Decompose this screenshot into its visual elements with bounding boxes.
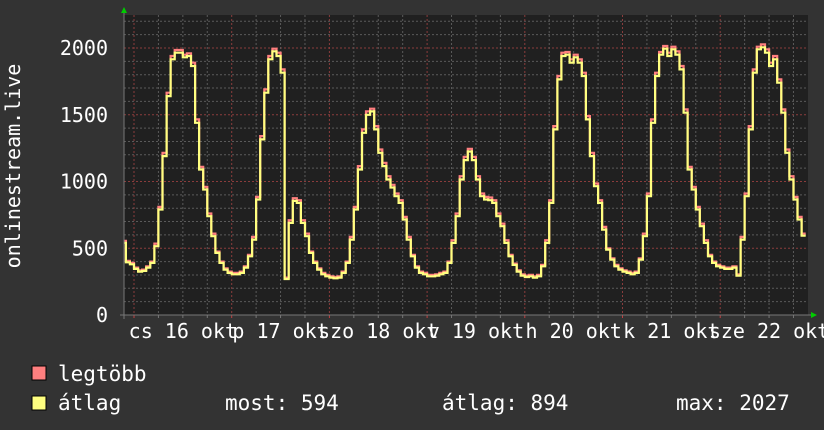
x-tick-label: p 17 okt: [232, 319, 328, 343]
y-tick-label: 1500: [60, 103, 108, 127]
y-axis-arrow-icon: [121, 7, 127, 13]
legend-label-legtobb: legtöbb: [58, 362, 147, 386]
x-tick-label: sze 22 okt: [709, 319, 824, 343]
y-tick-label: 1000: [60, 170, 108, 194]
legend: legtöbb átlag most: 594 átlag: 894 max: …: [31, 362, 790, 415]
x-tick-label: v 19 okt: [428, 319, 524, 343]
legend-label-atlag: átlag: [58, 391, 121, 415]
y-tick-label: 0: [96, 303, 108, 327]
x-tick-label: k 21 okt: [623, 319, 719, 343]
traffic-chart: 0 500 1000 1500 2000 cs 16 oktp 17 oktszo 18…: [1, 7, 824, 415]
stat-current: most: 594: [225, 391, 339, 415]
stat-maximum: max: 2027: [676, 391, 790, 415]
legend-swatch-atlag: [31, 395, 47, 411]
stat-average: átlag: 894: [442, 391, 568, 415]
x-tick-label: cs 16 okt: [129, 319, 237, 343]
x-axis-arrow-icon: [811, 312, 817, 318]
y-tick-label: 2000: [60, 36, 108, 60]
x-tick-label: h 20 okt: [525, 319, 621, 343]
y-tick-label: 500: [72, 236, 108, 260]
x-axis-ticks: cs 16 oktp 17 oktszo 18 oktv 19 okt h 20 …: [129, 319, 824, 343]
y-axis-label: onlinestream.live: [1, 64, 25, 269]
y-axis-ticks: 0 500 1000 1500 2000: [60, 36, 108, 327]
legend-swatch-legtobb: [31, 365, 47, 381]
x-tick-label: szo 18 okt: [318, 319, 438, 343]
